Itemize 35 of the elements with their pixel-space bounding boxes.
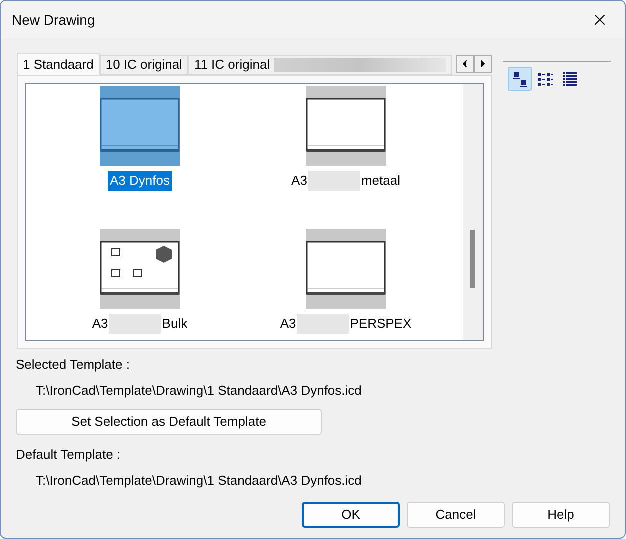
default-template-label: Default Template :	[16, 446, 122, 464]
default-template-path: T:\IronCad\Template\Drawing\1 Standaard\A3 Dynfos.icd	[35, 472, 363, 490]
redaction-block	[297, 314, 350, 334]
window-title: New Drawing	[12, 10, 96, 30]
dialog-button[interactable]: Cancel	[407, 502, 505, 528]
tab[interactable]: 1 Standaard	[17, 53, 100, 75]
template-name[interactable]: A3 Dynfos	[108, 171, 172, 191]
template-name[interactable]: A3 metaal	[290, 171, 402, 191]
view-icon	[537, 71, 553, 87]
set-default-button[interactable]: Set Selection as Default Template	[16, 409, 322, 435]
template-thumbnail[interactable]	[100, 86, 180, 166]
selected-template-label: Selected Template :	[16, 356, 131, 374]
redaction-block	[109, 314, 162, 334]
selected-template-path: T:\IronCad\Template\Drawing\1 Standaard\A3 Dynfos.icd	[35, 382, 363, 400]
drawing-sheet-icon	[306, 241, 386, 297]
drawing-sheet-icon	[100, 98, 180, 154]
drawing-sheet-icon	[306, 98, 386, 154]
template-name[interactable]: A3 Bulk	[90, 314, 190, 334]
scroll-left-button[interactable]	[456, 55, 474, 73]
scrollbar[interactable]	[463, 84, 483, 340]
redaction-block	[308, 171, 360, 191]
template-thumbnail[interactable]	[306, 229, 386, 309]
large-icons-view-button[interactable]	[508, 67, 532, 91]
template-name[interactable]: A3 PERSPEX	[278, 314, 414, 334]
scroll-right-button[interactable]	[474, 55, 492, 73]
dialog-button[interactable]: OK	[302, 502, 400, 528]
scrollbar-thumb[interactable]	[470, 230, 475, 288]
template-thumbnail[interactable]	[306, 86, 386, 166]
view-icon	[562, 71, 578, 87]
tab[interactable]: 11 IC original	[188, 55, 452, 75]
template-thumbnail[interactable]	[100, 229, 180, 309]
tab[interactable]: 10 IC original	[100, 55, 188, 75]
dialog-button[interactable]: Help	[512, 502, 610, 528]
view-icon	[512, 71, 528, 87]
drawing-sheet-icon	[100, 241, 180, 297]
